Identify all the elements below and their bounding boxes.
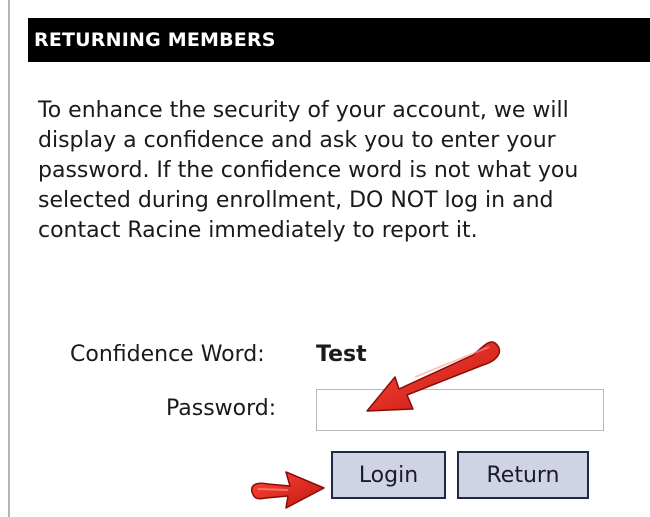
confidence-word-value: Test xyxy=(316,342,367,367)
panel-header: RETURNING MEMBERS xyxy=(28,18,650,62)
return-button[interactable]: Return xyxy=(457,451,589,499)
security-notice: To enhance the security of your account,… xyxy=(38,98,579,243)
password-input[interactable] xyxy=(316,389,604,431)
arrow-to-login-icon xyxy=(250,471,325,509)
arrow-icon xyxy=(250,471,325,509)
confidence-word-label: Confidence Word: xyxy=(70,342,265,367)
login-panel: RETURNING MEMBERS To enhance the securit… xyxy=(0,0,650,517)
panel-divider xyxy=(8,0,10,517)
login-button[interactable]: Login xyxy=(331,451,446,499)
password-label: Password: xyxy=(166,396,277,421)
